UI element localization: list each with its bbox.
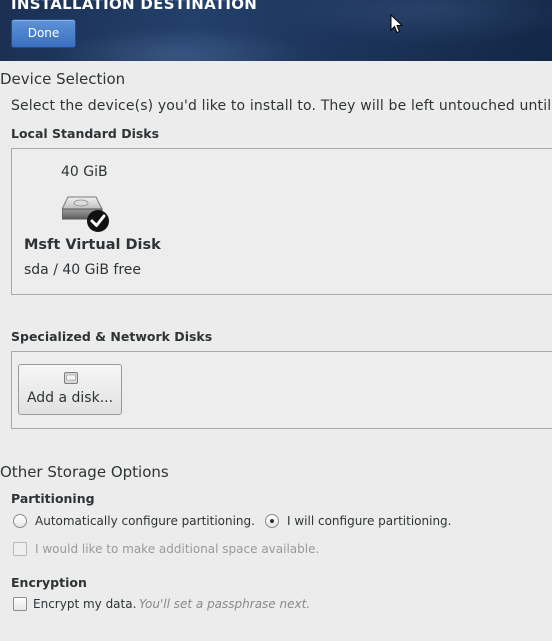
network-disks-panel: Add a disk... [11, 351, 552, 429]
disk-name: Msft Virtual Disk [24, 237, 161, 253]
device-selection-heading: Device Selection [0, 70, 126, 88]
add-disk-label: Add a disk... [26, 390, 114, 406]
spoke-header: INSTALLATION DESTINATION Done [0, 0, 552, 61]
network-disks-label: Specialized & Network Disks [11, 329, 213, 344]
disk-size: 40 GiB [61, 164, 108, 180]
auto-partitioning-label[interactable]: Automatically configure partitioning. [35, 514, 255, 528]
disk-item-sda[interactable]: 40 GiB Msft Virtual Disk sda / 40 GiB fr… [12, 149, 172, 294]
disk-free-space: sda / 40 GiB free [24, 262, 142, 278]
partitioning-label: Partitioning [11, 491, 95, 506]
passphrase-hint: You'll set a passphrase next. [139, 597, 311, 611]
manual-partitioning-label[interactable]: I will configure partitioning. [287, 514, 451, 528]
page-title: INSTALLATION DESTINATION [11, 0, 258, 13]
encrypt-data-checkbox[interactable] [13, 597, 27, 611]
additional-space-label: I would like to make additional space av… [35, 542, 320, 556]
device-selection-description: Select the device(s) you'd like to insta… [11, 98, 552, 114]
auto-partitioning-radio[interactable] [13, 514, 27, 528]
other-storage-heading: Other Storage Options [0, 463, 169, 481]
encryption-label: Encryption [11, 575, 87, 590]
local-disks-label: Local Standard Disks [11, 126, 160, 141]
mouse-cursor-icon [390, 14, 404, 34]
hard-disk-icon [62, 196, 109, 232]
manual-partitioning-radio[interactable] [265, 514, 279, 528]
additional-space-checkbox [13, 542, 27, 556]
done-button[interactable]: Done [11, 19, 76, 48]
disk-add-icon [64, 372, 78, 384]
encrypt-data-label[interactable]: Encrypt my data. [33, 597, 136, 611]
local-disks-panel: 40 GiB Msft Virtual Disk sda / 40 GiB fr… [11, 148, 552, 295]
add-disk-button[interactable]: Add a disk... [18, 364, 122, 415]
